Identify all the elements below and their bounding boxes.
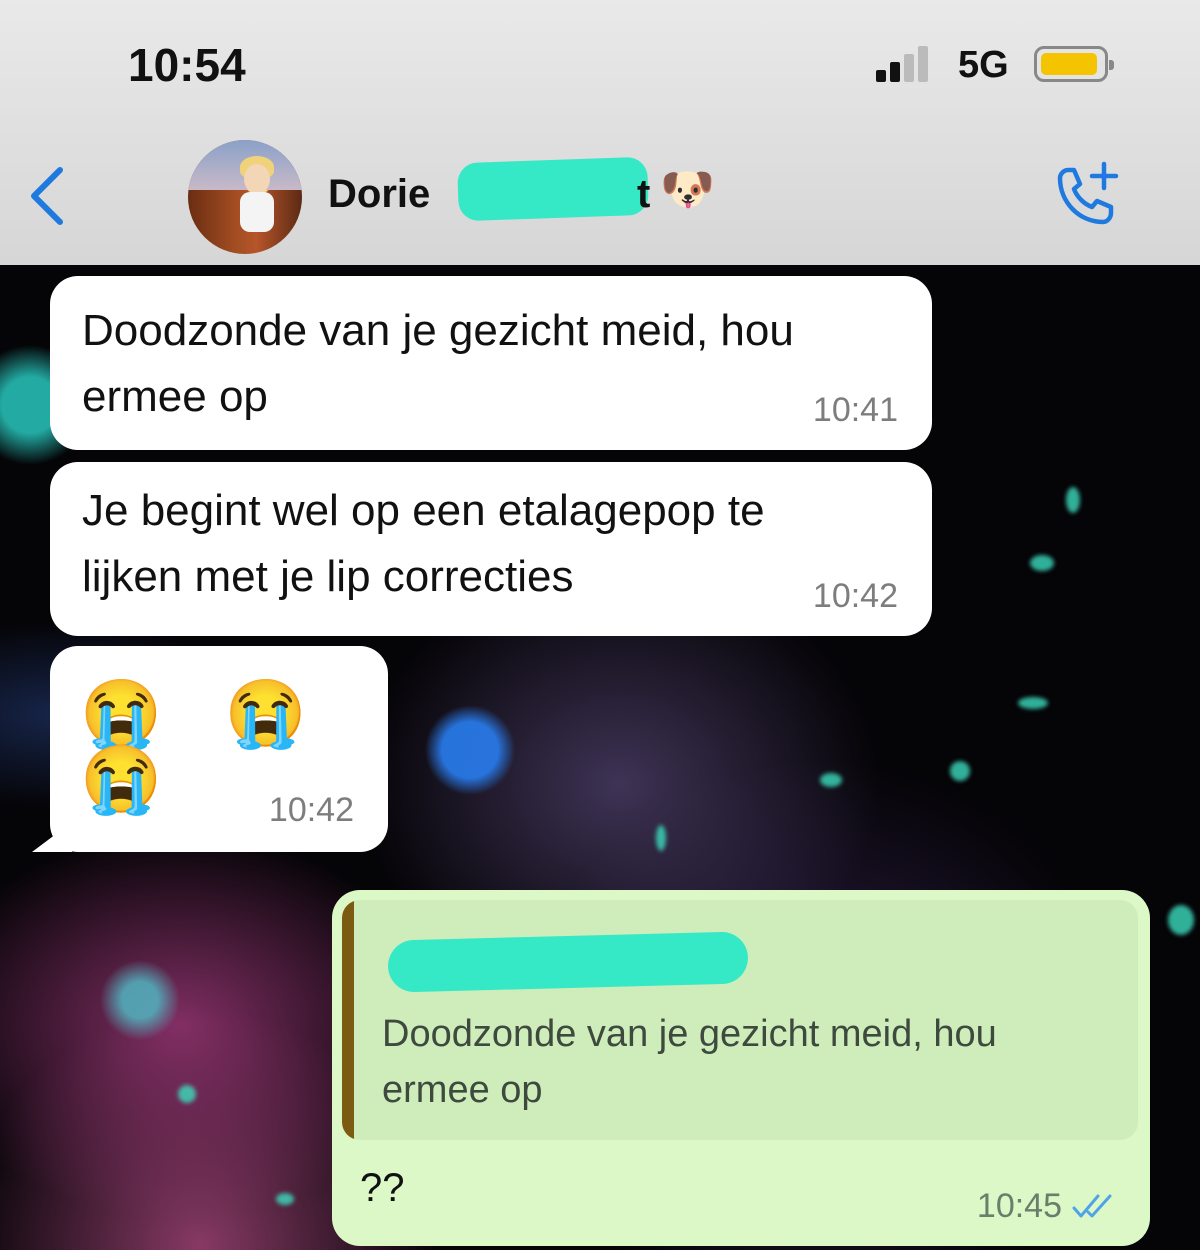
wallpaper-speck: [1018, 697, 1048, 709]
status-time: 10:54: [128, 39, 246, 91]
redaction-mark: [457, 156, 649, 222]
header-bar: 10:54 5G Dorie t 🐶: [0, 0, 1200, 265]
message-time: 10:42: [812, 577, 898, 615]
battery-icon: [1034, 46, 1114, 82]
wallpaper-speck: [178, 1085, 196, 1103]
chevron-left-icon: [31, 167, 63, 225]
message-bubble-incoming[interactable]: 😭 😭 😭 10:42: [32, 646, 388, 852]
contact-name[interactable]: Dorie: [328, 172, 430, 217]
message-text: ??: [360, 1166, 405, 1210]
wallpaper-speck: [820, 773, 842, 787]
message-time: 10:41: [812, 391, 898, 429]
wallpaper-speck: [1030, 555, 1054, 571]
message-bubble-outgoing[interactable]: Doodzonde van je gezicht meid, hou ermee…: [332, 890, 1150, 1246]
message-bubble-incoming[interactable]: Doodzonde van je gezicht meid, hou ermee…: [50, 276, 932, 450]
redaction-mark: [387, 931, 749, 993]
wallpaper-speck: [950, 761, 970, 781]
message-bubble-incoming[interactable]: Je begint wel op een etalagepop te lijke…: [50, 462, 932, 636]
back-button[interactable]: [22, 160, 72, 230]
quoted-message[interactable]: Doodzonde van je gezicht meid, hou ermee…: [342, 900, 1138, 1140]
quote-bar: [342, 900, 354, 1140]
wallpaper-speck: [1066, 487, 1080, 513]
message-text: Je begint wel op een etalagepop te lijke…: [82, 486, 765, 601]
message-text: Doodzonde van je gezicht meid, hou ermee…: [82, 306, 794, 421]
signal-strength-icon: [876, 44, 936, 82]
network-type: 5G: [958, 44, 1009, 86]
wallpaper-speck: [656, 825, 666, 851]
add-call-icon: [1057, 161, 1119, 225]
contact-avatar[interactable]: [188, 140, 302, 254]
quoted-text: Doodzonde van je gezicht meid, hou ermee…: [382, 1013, 997, 1111]
add-call-button[interactable]: [1046, 156, 1126, 236]
contact-name-tail: t: [637, 172, 651, 216]
wallpaper-speck: [1168, 905, 1194, 935]
dog-emoji-icon: 🐶: [660, 165, 715, 214]
double-check-icon: [1072, 1194, 1112, 1218]
wallpaper-speck: [276, 1193, 294, 1205]
message-time: 10:45: [976, 1187, 1062, 1225]
message-time: 10:42: [268, 791, 354, 829]
